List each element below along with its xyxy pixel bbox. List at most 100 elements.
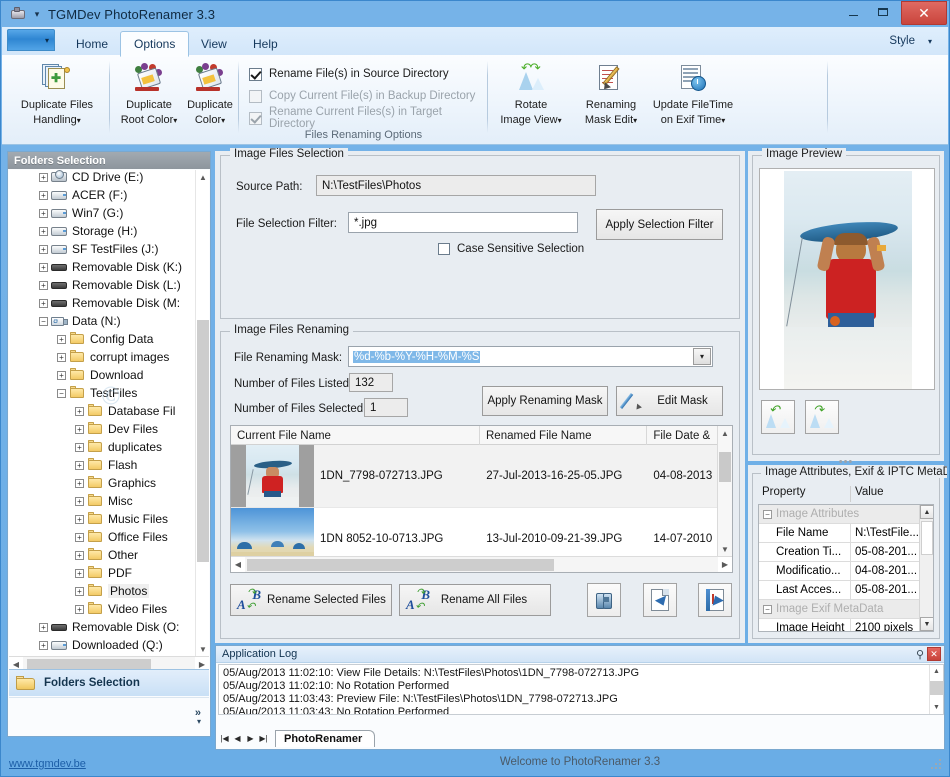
hscroll-track[interactable] (245, 556, 718, 572)
rename-selected-files-button[interactable]: A B ↷ ↶ Rename Selected Files (230, 584, 392, 616)
tree-node[interactable]: + Downloaded (Q:) (9, 636, 195, 654)
tree-node[interactable]: + corrupt images (9, 348, 195, 366)
tree-node[interactable]: + PDF (9, 564, 195, 582)
folders-panel-overflow[interactable]: » ▾ (9, 697, 209, 735)
tree-node[interactable]: + Removable Disk (M: (9, 294, 195, 312)
nav-last-button[interactable]: ▶| (257, 734, 270, 743)
option-rename-in-target[interactable]: Rename Current Files(s) in Target Direct… (249, 106, 488, 130)
previous-file-button[interactable]: ◀ (643, 583, 677, 617)
tree-node[interactable]: + Video Files (9, 600, 195, 618)
attributes-row[interactable]: File Name N:\TestFile... (759, 524, 933, 543)
pin-icon[interactable]: ⚲ (913, 648, 927, 661)
tree-node[interactable]: + Photos (9, 582, 195, 600)
close-button[interactable]: ✕ (901, 1, 947, 25)
collapse-icon[interactable]: − (763, 509, 772, 519)
expand-icon[interactable]: + (75, 460, 84, 470)
nav-prev-button[interactable]: ◀ (231, 734, 244, 743)
case-sensitive-option[interactable]: Case Sensitive Selection (438, 240, 584, 258)
expand-icon[interactable]: + (39, 298, 48, 308)
expand-icon[interactable]: + (75, 532, 84, 542)
tree-node[interactable]: + Dev Files (9, 420, 195, 438)
tab-help[interactable]: Help (240, 31, 291, 56)
expand-icon[interactable]: + (39, 190, 48, 200)
apply-selection-filter-button[interactable]: Apply Selection Filter (596, 209, 723, 240)
renaming-mask-edit-button[interactable]: Renaming Mask Edit▾ (574, 59, 648, 127)
tree-node[interactable]: − ⧉ Data (N:) (9, 312, 195, 330)
rotate-left-button[interactable]: ↶ (761, 400, 795, 434)
tree-node[interactable]: + Config Data (9, 330, 195, 348)
tree-node[interactable]: + Download (9, 366, 195, 384)
overflow-caret-icon[interactable]: ▾ (197, 717, 201, 726)
next-file-button[interactable]: ▶ (698, 583, 732, 617)
checkbox-rename-in-target[interactable] (249, 111, 262, 125)
tree-node[interactable]: + duplicates (9, 438, 195, 456)
expand-icon[interactable]: + (75, 550, 84, 560)
quick-access-toolbar-caret[interactable]: ▾ (30, 7, 44, 21)
tree-node[interactable]: + Music Files (9, 510, 195, 528)
attributes-row[interactable]: Last Acces... 05-08-201... (759, 581, 933, 600)
expand-icon[interactable]: + (75, 478, 84, 488)
log-vscrollbar[interactable]: ▲ ▼ (929, 665, 943, 714)
attributes-row[interactable]: Creation Ti... 05-08-201... (759, 543, 933, 562)
column-current-file-name[interactable]: Current File Name (231, 426, 480, 445)
tree-node[interactable]: + Removable Disk (O: (9, 618, 195, 636)
expand-icon[interactable]: + (75, 406, 84, 416)
tree-node[interactable]: − TestFiles (9, 384, 195, 402)
tree-node[interactable]: + SF TestFiles (J:) (9, 240, 195, 258)
expand-icon[interactable]: + (39, 208, 48, 218)
nav-next-button[interactable]: ▶ (244, 734, 257, 743)
nav-first-button[interactable]: |◀ (218, 734, 231, 743)
edit-mask-button[interactable]: Edit Mask (616, 386, 723, 416)
duplicate-files-handling-button[interactable]: ✚ Duplicate Files Handling▾ (19, 59, 95, 127)
application-log-body[interactable]: 05/Aug/2013 11:02:10: View File Details:… (218, 664, 944, 715)
scroll-down-icon[interactable]: ▼ (930, 701, 943, 714)
attributes-group-row[interactable]: − Image Attributes (759, 505, 933, 524)
rename-all-files-button[interactable]: A B ↷ ↶ Rename All Files (399, 584, 551, 616)
scroll-up-icon[interactable]: ▲ (930, 665, 943, 678)
tree-node[interactable]: + Other (9, 546, 195, 564)
expand-icon[interactable]: + (39, 244, 48, 254)
tree-node[interactable]: + Office Files (9, 528, 195, 546)
expand-icon[interactable]: + (75, 442, 84, 452)
attributes-group-row[interactable]: − Image Exif MetaData (759, 600, 933, 619)
tree-node[interactable]: + Flash (9, 456, 195, 474)
expand-icon[interactable]: + (39, 622, 48, 632)
overflow-chevron-icon[interactable]: » (195, 707, 201, 718)
tree-node[interactable]: + CD Drive (E:) (9, 170, 195, 186)
tree-node[interactable]: + Removable Disk (K:) (9, 258, 195, 276)
expand-icon[interactable]: + (75, 604, 84, 614)
expand-icon[interactable]: + (39, 226, 48, 236)
resize-grip[interactable] (931, 759, 941, 769)
style-chevron-down-icon[interactable]: ▾ (928, 37, 932, 46)
expand-icon[interactable]: + (39, 262, 48, 272)
hscroll-thumb[interactable] (247, 558, 554, 571)
scroll-right-icon[interactable]: ▶ (718, 556, 732, 572)
scroll-up-icon[interactable]: ▲ (718, 426, 732, 440)
scroll-thumb[interactable] (719, 452, 731, 482)
option-copy-to-backup[interactable]: Copy Current File(s) in Backup Directory (249, 85, 488, 107)
close-icon[interactable]: ✕ (927, 647, 941, 661)
option-rename-in-source[interactable]: Rename File(s) in Source Directory (249, 63, 488, 85)
tree-node[interactable]: + ACER (F:) (9, 186, 195, 204)
tree-node[interactable]: + Graphics (9, 474, 195, 492)
scroll-thumb[interactable] (197, 320, 209, 562)
file-selection-filter-input[interactable]: *.jpg (348, 212, 578, 233)
source-path-input[interactable]: N:\TestFiles\Photos (316, 175, 596, 196)
tree-node[interactable]: + Removable Disk (L:) (9, 276, 195, 294)
checkbox-rename-in-source[interactable] (249, 67, 262, 81)
chevron-down-icon[interactable]: ▾ (693, 348, 711, 365)
expand-icon[interactable]: + (39, 280, 48, 290)
file-renaming-mask-combo[interactable]: %d-%b-%Y-%H-%M-%S ▾ (348, 346, 713, 367)
file-list-grid[interactable]: Current File Name Renamed File Name File… (230, 425, 733, 573)
checkbox-case-sensitive[interactable] (438, 243, 450, 255)
expand-icon[interactable]: + (57, 334, 66, 344)
attributes-grid[interactable]: − Image Attributes File Name N:\TestFile...… (758, 504, 934, 632)
scroll-thumb[interactable] (930, 681, 943, 695)
tree-node[interactable]: + Storage (H:) (9, 222, 195, 240)
tree-node[interactable]: + Win7 (G:) (9, 204, 195, 222)
attributes-row[interactable]: Image Height 2100 pixels (759, 619, 933, 631)
collapse-icon[interactable]: − (57, 388, 66, 398)
file-list-hscrollbar[interactable]: ◀ ▶ (231, 556, 732, 572)
expand-icon[interactable]: + (39, 172, 48, 182)
tree-node[interactable]: + Database Fil (9, 402, 195, 420)
